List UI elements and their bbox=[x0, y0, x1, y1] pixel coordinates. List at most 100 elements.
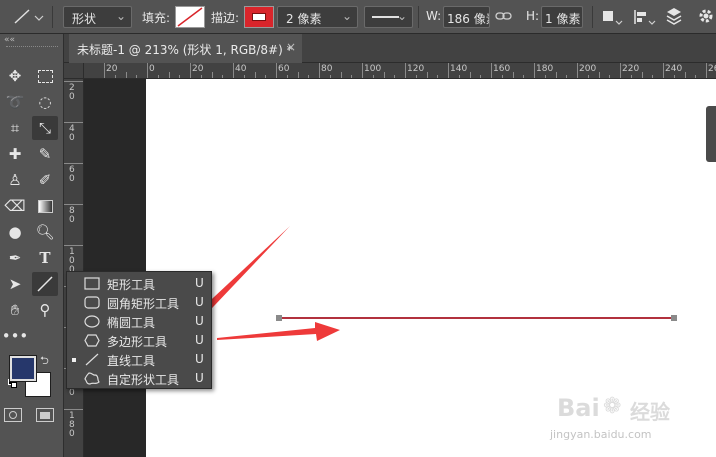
eyedropper-icon: ⤡ bbox=[38, 119, 51, 137]
anchor-point-start[interactable] bbox=[276, 315, 282, 321]
ruler-label: 0 bbox=[69, 92, 75, 102]
link-dimensions-icon[interactable] bbox=[495, 7, 513, 25]
ruler-tick bbox=[663, 63, 664, 78]
clone-stamp-tool[interactable]: ♙ bbox=[2, 168, 28, 192]
height-field[interactable]: 1 像素 bbox=[541, 6, 583, 28]
crop-tool[interactable]: ⌗ bbox=[2, 116, 28, 140]
screen-mode-icon bbox=[40, 412, 50, 419]
arrow-cursor-icon: ➤ bbox=[8, 275, 22, 293]
divider bbox=[592, 6, 593, 28]
dodge-icon: 🔍︎ bbox=[35, 223, 55, 241]
ruler-tick bbox=[276, 63, 277, 78]
stroke-width-value: 2 像素 bbox=[286, 12, 322, 26]
flyout-item-ellipse[interactable]: 椭圆工具 U bbox=[67, 312, 211, 331]
hand-icon: ✋︎ bbox=[10, 301, 20, 319]
height-value: 1 像素 bbox=[545, 12, 581, 26]
flyout-item-polygon[interactable]: 多边形工具 U bbox=[67, 331, 211, 350]
move-tool[interactable]: ✥ bbox=[2, 64, 28, 88]
ruler-tick bbox=[64, 409, 83, 410]
tool-mode-value: 形状 bbox=[72, 12, 97, 26]
type-tool[interactable]: T bbox=[32, 246, 58, 270]
quick-mask-button[interactable] bbox=[4, 408, 22, 422]
pen-tool[interactable]: ✒ bbox=[2, 246, 28, 270]
ruler-label: 240 bbox=[665, 64, 683, 74]
brush-tool[interactable]: ✎ bbox=[32, 142, 58, 166]
line-tool[interactable] bbox=[32, 272, 58, 296]
path-selection-tool[interactable]: ➤ bbox=[2, 272, 28, 296]
swap-colors-icon[interactable]: ⮌ bbox=[40, 352, 49, 371]
ruler-minor-tick bbox=[642, 72, 643, 78]
ruler-origin[interactable] bbox=[64, 63, 84, 79]
document-tab[interactable]: 未标题-1 @ 213% (形状 1, RGB/8#) * × bbox=[69, 34, 302, 63]
stroke-swatch[interactable] bbox=[244, 6, 274, 28]
path-arrangement-icon[interactable] bbox=[664, 6, 688, 28]
ruler-minor-tick bbox=[599, 72, 600, 78]
ruler-label: 100 bbox=[364, 64, 382, 74]
ruler-tick bbox=[64, 81, 83, 82]
ruler-label: 40 bbox=[235, 64, 247, 74]
vertical-ruler: 20406080100120140160180 bbox=[64, 79, 84, 457]
stroke-type-select[interactable]: ⌄ bbox=[364, 6, 413, 28]
tool-mode-select[interactable]: 形状 ⌄ bbox=[63, 6, 132, 28]
stroke-width-select[interactable]: 2 像素 ⌄ bbox=[277, 6, 358, 28]
panel-collapse-icon[interactable]: «« bbox=[4, 35, 15, 45]
dodge-tool[interactable]: 🔍︎ bbox=[32, 220, 58, 244]
eyedropper-tool[interactable]: ⤡ bbox=[32, 116, 58, 140]
hand-tool[interactable]: ✋︎ bbox=[2, 298, 28, 322]
chevron-down-icon: ⌄ bbox=[396, 9, 407, 23]
ruler-label: 200 bbox=[579, 64, 597, 74]
tools-panel: «« ✥ ➰ ◌ ⌗ ⤡ ✚ ✎ ♙ ✐ ⌫ ● 🔍︎ ✒ T ➤ ✋︎ ⚲ •… bbox=[0, 34, 64, 457]
flyout-shortcut: U bbox=[195, 314, 204, 328]
ruler-tick bbox=[448, 63, 449, 78]
foreground-color-swatch[interactable] bbox=[9, 355, 37, 382]
path-operations-icon[interactable] bbox=[601, 8, 623, 26]
ruler-minor-tick bbox=[169, 72, 170, 78]
blur-tool[interactable]: ● bbox=[2, 220, 28, 244]
ruler-tick bbox=[491, 63, 492, 78]
paw-icon: ❁ bbox=[603, 394, 622, 419]
flyout-label: 直线工具 bbox=[107, 354, 156, 368]
rounded-rectangle-icon bbox=[84, 296, 100, 309]
path-alignment-icon[interactable] bbox=[632, 8, 656, 26]
marquee-tool[interactable] bbox=[32, 64, 58, 88]
ruler-label: 120 bbox=[407, 64, 425, 74]
line-tool-preset-icon[interactable] bbox=[10, 6, 44, 28]
ruler-tick bbox=[190, 63, 191, 78]
ruler-tick bbox=[147, 63, 148, 78]
line-icon bbox=[37, 276, 53, 292]
stroke-label: 描边: bbox=[211, 11, 240, 25]
stroke-preview bbox=[252, 13, 266, 21]
anchor-point-end[interactable] bbox=[671, 315, 677, 321]
divider bbox=[52, 6, 53, 28]
ruler-label: 160 bbox=[493, 64, 511, 74]
zoom-tool[interactable]: ⚲ bbox=[32, 298, 58, 322]
panel-grip[interactable] bbox=[6, 46, 58, 48]
ruler-label: 0 bbox=[69, 174, 75, 184]
flyout-item-custom-shape[interactable]: 自定形状工具 U bbox=[67, 369, 211, 388]
screen-mode-button[interactable] bbox=[36, 408, 54, 422]
ruler-label: 260 bbox=[708, 64, 716, 74]
flyout-item-rounded-rectangle[interactable]: 圆角矩形工具 U bbox=[67, 293, 211, 312]
ellipse-icon bbox=[84, 315, 100, 328]
flyout-item-rectangle[interactable]: 矩形工具 U bbox=[67, 274, 211, 293]
options-bar: 形状 ⌄ 填充: 描边: 2 像素 ⌄ ⌄ W: 186 像素 H: 1 像素 bbox=[0, 0, 716, 34]
width-field[interactable]: 186 像素 bbox=[443, 6, 490, 28]
ruler-tick bbox=[620, 63, 621, 78]
history-brush-tool[interactable]: ✐ bbox=[32, 168, 58, 192]
fill-swatch[interactable] bbox=[175, 6, 205, 28]
fill-label: 填充: bbox=[142, 11, 171, 25]
gradient-tool[interactable] bbox=[32, 194, 58, 218]
healing-brush-tool[interactable]: ✚ bbox=[2, 142, 28, 166]
ruler-minor-tick bbox=[298, 72, 299, 78]
edit-toolbar-button[interactable]: ••• bbox=[2, 324, 29, 348]
drop-icon: ● bbox=[8, 223, 22, 241]
ruler-tick bbox=[64, 245, 83, 246]
settings-gear-icon[interactable] bbox=[697, 7, 715, 25]
watermark-brand: Bai bbox=[557, 394, 600, 422]
lasso-tool[interactable]: ➰ bbox=[2, 90, 28, 114]
move-icon: ✥ bbox=[8, 67, 22, 85]
flyout-item-line[interactable]: 直线工具 U bbox=[67, 350, 211, 369]
eraser-tool[interactable]: ⌫ bbox=[2, 194, 28, 218]
quick-selection-tool[interactable]: ◌ bbox=[32, 90, 58, 114]
close-tab-icon[interactable]: × bbox=[286, 40, 296, 54]
